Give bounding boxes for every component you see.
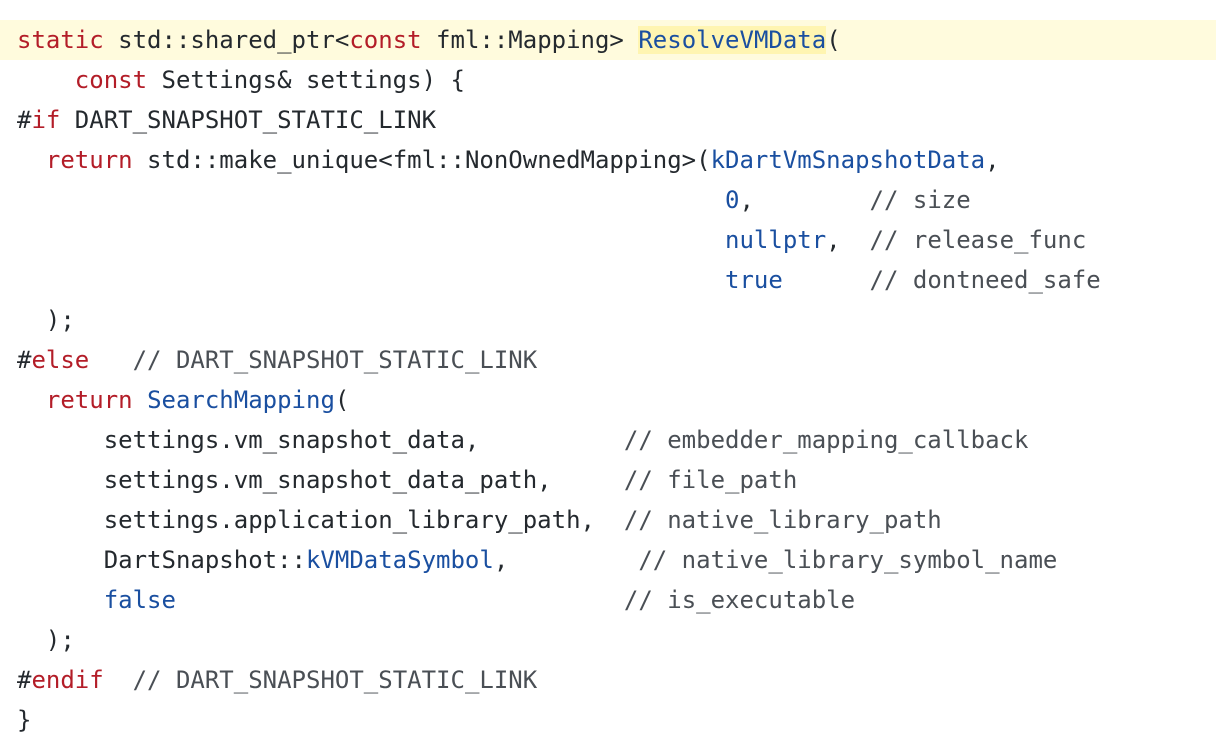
comment-token: // size: [869, 186, 971, 214]
comment-token: // DART_SNAPSHOT_STATIC_LINK: [132, 666, 538, 694]
code-line-08: );: [0, 300, 1216, 340]
code-token: ,: [739, 186, 870, 214]
code-token: ,: [826, 226, 870, 254]
comment-token: // embedder_mapping_callback: [623, 426, 1029, 454]
code-token: std::make_unique<fml::NonOwnedMapping>(: [132, 146, 711, 174]
comment-token: // release_func: [869, 226, 1087, 254]
code-token: DART_SNAPSHOT_STATIC_LINK: [60, 106, 437, 134]
identifier-token: nullptr: [725, 226, 827, 254]
keyword-token: endif: [31, 666, 104, 694]
highlighted-function-name: ResolveVMData: [638, 26, 827, 54]
comment-token: // native_library_symbol_name: [638, 546, 1058, 574]
code-token: ,: [985, 146, 1000, 174]
code-token: std::shared_ptr<: [103, 26, 350, 54]
identifier-token: true: [725, 266, 783, 294]
code-line-01: static std::shared_ptr<const fml::Mappin…: [0, 20, 1216, 60]
keyword-token: const: [74, 66, 148, 94]
keyword-token: return: [45, 386, 133, 414]
keyword-token: if: [31, 106, 61, 134]
code-token: #: [17, 346, 32, 374]
keyword-token: return: [45, 146, 133, 174]
code-line-18: }: [0, 700, 1216, 740]
keyword-token: const: [349, 26, 422, 54]
code-token: DartSnapshot::: [17, 546, 306, 574]
code-line-07: true // dontneed_safe: [0, 260, 1216, 300]
code-token: #: [17, 666, 32, 694]
comment-token: // file_path: [623, 466, 798, 494]
code-line-14: DartSnapshot::kVMDataSymbol, // native_l…: [0, 540, 1216, 580]
code-token: );: [17, 306, 75, 334]
code-token: }: [17, 706, 32, 734]
code-line-11: settings.vm_snapshot_data, // embedder_m…: [0, 420, 1216, 460]
identifier-token: false: [103, 586, 176, 614]
identifier-token: kDartVmSnapshotData: [710, 146, 986, 174]
code-token: (: [826, 26, 841, 54]
code-block: static std::shared_ptr<const fml::Mappin…: [0, 20, 1216, 740]
code-token: );: [17, 626, 75, 654]
code-token: #: [17, 106, 32, 134]
code-line-06: nullptr, // release_func: [0, 220, 1216, 260]
code-token: settings.vm_snapshot_data,: [17, 426, 624, 454]
code-line-03: #if DART_SNAPSHOT_STATIC_LINK: [0, 100, 1216, 140]
code-line-10: return SearchMapping(: [0, 380, 1216, 420]
code-line-05: 0, // size: [0, 180, 1216, 220]
code-line-17: #endif // DART_SNAPSHOT_STATIC_LINK: [0, 660, 1216, 700]
code-line-04: return std::make_unique<fml::NonOwnedMap…: [0, 140, 1216, 180]
keyword-token: static: [17, 26, 104, 54]
code-line-09: #else // DART_SNAPSHOT_STATIC_LINK: [0, 340, 1216, 380]
identifier-token: SearchMapping: [147, 386, 335, 414]
code-token: (: [334, 386, 350, 414]
identifier-token: kVMDataSymbol: [305, 546, 494, 574]
code-token: ,: [493, 546, 639, 574]
keyword-token: else: [31, 346, 90, 374]
comment-token: // native_library_path: [623, 506, 942, 534]
comment-token: // DART_SNAPSHOT_STATIC_LINK: [132, 346, 538, 374]
comment-token: // dontneed_safe: [869, 266, 1101, 294]
code-line-13: settings.application_library_path, // na…: [0, 500, 1216, 540]
code-line-15: false // is_executable: [0, 580, 1216, 620]
code-token: settings.application_library_path,: [17, 506, 624, 534]
code-token: settings.vm_snapshot_data_path,: [17, 466, 624, 494]
identifier-token: 0: [725, 186, 740, 214]
code-line-16: );: [0, 620, 1216, 660]
code-line-02: const Settings& settings) {: [0, 60, 1216, 100]
code-token: Settings& settings) {: [147, 66, 465, 94]
code-token: fml::Mapping>: [421, 26, 639, 54]
code-line-12: settings.vm_snapshot_data_path, // file_…: [0, 460, 1216, 500]
comment-token: // is_executable: [623, 586, 856, 614]
